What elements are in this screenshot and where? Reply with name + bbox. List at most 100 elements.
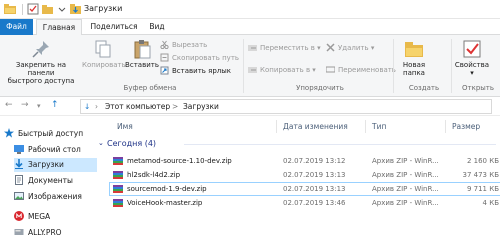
address-separator-icon[interactable]: › — [95, 101, 98, 113]
organize-group-label: Упорядочить — [296, 84, 344, 92]
copy-to-button[interactable]: Копировать в ▾ — [248, 65, 316, 76]
group-collapse-icon[interactable]: ⌄ — [98, 139, 104, 147]
nav-item-downloads[interactable]: Загрузки — [14, 158, 97, 172]
rename-label: Переименовать — [338, 66, 396, 74]
nav-item-quick-access[interactable]: Быстрый доступ — [4, 127, 83, 141]
breadcrumb-separator[interactable]: > — [172, 101, 178, 113]
file-list: Имя Дата изменения Тип Размер ⌄ Сегодня … — [98, 117, 500, 242]
group-divider — [184, 144, 496, 145]
column-separator[interactable] — [365, 120, 366, 133]
group-separator — [393, 39, 394, 93]
copy-button[interactable]: Копировать — [82, 39, 126, 69]
title-folder-icon — [70, 3, 82, 15]
nav-item-label: Рабочий стол — [28, 145, 81, 154]
navigation-pane: Быстрый доступ Рабочий стол Загрузки Док… — [0, 117, 97, 242]
tab-share[interactable]: Поделиться — [86, 19, 142, 35]
properties-icon — [461, 39, 483, 59]
column-header-type[interactable]: Тип — [372, 122, 386, 131]
copy-to-icon — [248, 65, 257, 74]
zip-archive-icon — [113, 185, 123, 193]
create-group-label: Создать — [408, 84, 440, 92]
nav-item-ally-pro[interactable]: ALLY.PRO — [14, 226, 62, 240]
titlebar-separator — [22, 4, 23, 15]
column-header-name[interactable]: Имя — [117, 122, 133, 131]
delete-button[interactable]: Удалить ▾ — [326, 43, 374, 54]
file-name: metamod-source-1.10-dev.zip — [127, 157, 232, 165]
table-row[interactable]: hl2sdk-l4d2.zip 02.07.2019 13:13 Архив Z… — [110, 169, 500, 181]
new-folder-qat-icon[interactable] — [42, 3, 54, 15]
file-name: sourcemod-1.9-dev.zip — [127, 185, 207, 193]
table-row[interactable]: sourcemod-1.9-dev.zip 02.07.2019 13:13 А… — [109, 182, 500, 196]
copy-path-button[interactable]: Скопировать путь — [160, 53, 239, 64]
nav-item-label: MEGA — [28, 212, 51, 221]
column-header-size[interactable]: Размер — [452, 122, 480, 131]
zip-archive-icon — [113, 157, 123, 165]
address-bar[interactable]: ↓ › Этот компьютер > Загрузки — [80, 99, 492, 114]
move-to-button[interactable]: Переместить в ▾ — [248, 43, 321, 54]
ribbon-tabs: Файл Главная Поделиться Вид — [0, 19, 500, 36]
delete-icon — [326, 43, 335, 52]
nav-item-label: Загрузки — [28, 160, 64, 169]
forward-arrow-icon[interactable]: → — [21, 100, 29, 110]
table-row[interactable]: metamod-source-1.10-dev.zip 02.07.2019 1… — [110, 155, 500, 167]
nav-item-label: Быстрый доступ — [18, 129, 84, 138]
nav-item-label: ALLY.PRO — [28, 228, 62, 237]
zip-archive-icon — [113, 199, 123, 207]
tab-view[interactable]: Вид — [145, 19, 169, 35]
paste-label: Вставить — [125, 61, 159, 69]
copy-icon — [92, 39, 114, 59]
rename-icon — [325, 65, 336, 74]
open-group-label: Открыть — [462, 84, 494, 92]
file-name: VoiceHook-master.zip — [127, 199, 203, 207]
paste-button[interactable]: Вставить — [124, 39, 160, 69]
breadcrumb-downloads[interactable]: Загрузки — [183, 101, 219, 113]
column-separator[interactable] — [276, 120, 277, 133]
properties-qat-icon[interactable] — [27, 3, 39, 15]
file-size: 37 473 КБ — [462, 171, 500, 179]
new-folder-line1: Новая — [402, 61, 426, 69]
pictures-icon — [14, 191, 24, 201]
breadcrumb-this-pc[interactable]: Этот компьютер — [105, 101, 170, 113]
paste-shortcut-button[interactable]: Вставить ярлык — [160, 66, 231, 77]
properties-button[interactable]: Свойства ▾ — [452, 39, 492, 77]
download-folder-icon — [14, 159, 24, 169]
nav-item-pictures[interactable]: Изображения — [14, 190, 82, 204]
address-bar-row: ← → ▾ ↑ ↓ › Этот компьютер > Загрузки — [0, 97, 500, 116]
file-name: hl2sdk-l4d2.zip — [127, 171, 181, 179]
column-header-date[interactable]: Дата изменения — [283, 122, 348, 131]
new-folder-icon — [403, 39, 425, 59]
table-row[interactable]: VoiceHook-master.zip 02.07.2019 13:46 Ар… — [110, 197, 500, 209]
up-arrow-icon[interactable]: ↑ — [51, 100, 59, 110]
rename-button[interactable]: Переименовать — [325, 65, 396, 76]
nav-item-mega[interactable]: MEGA — [14, 210, 50, 224]
pin-quick-access-button[interactable]: Закрепить на панели быстрого доступа — [2, 39, 80, 85]
documents-icon — [14, 175, 24, 185]
nav-item-desktop[interactable]: Рабочий стол — [14, 143, 81, 157]
address-download-icon: ↓ — [84, 102, 91, 111]
star-icon — [4, 128, 14, 138]
properties-dropdown-icon: ▾ — [470, 69, 474, 77]
folder-app-icon[interactable] — [4, 3, 16, 15]
column-separator[interactable] — [445, 120, 446, 133]
cut-button[interactable]: Вырезать — [160, 40, 207, 51]
file-size: 4 КБ — [482, 199, 499, 207]
file-date: 02.07.2019 13:46 — [283, 199, 346, 207]
group-header-today[interactable]: Сегодня (4) — [107, 139, 156, 148]
drive-icon — [14, 227, 24, 237]
move-to-icon — [248, 43, 257, 52]
file-type: Архив ZIP - WinR... — [372, 171, 439, 179]
nav-item-documents[interactable]: Документы — [14, 174, 73, 188]
new-folder-button[interactable]: Новая папка — [396, 39, 432, 77]
qat-dropdown-icon[interactable] — [58, 3, 66, 15]
tab-home[interactable]: Главная — [36, 19, 82, 36]
paste-shortcut-icon — [160, 66, 169, 75]
window-title: Загрузки — [84, 4, 123, 13]
paste-icon — [131, 39, 153, 59]
recent-dropdown-icon[interactable]: ▾ — [37, 102, 41, 110]
group-separator — [243, 39, 244, 93]
back-arrow-icon[interactable]: ← — [5, 100, 13, 110]
file-type: Архив ZIP - WinR... — [372, 157, 439, 165]
pin-label-line1: Закрепить на панели — [15, 61, 67, 77]
tab-file[interactable]: Файл — [0, 19, 33, 35]
clipboard-group-label: Буфер обмена — [123, 84, 177, 92]
